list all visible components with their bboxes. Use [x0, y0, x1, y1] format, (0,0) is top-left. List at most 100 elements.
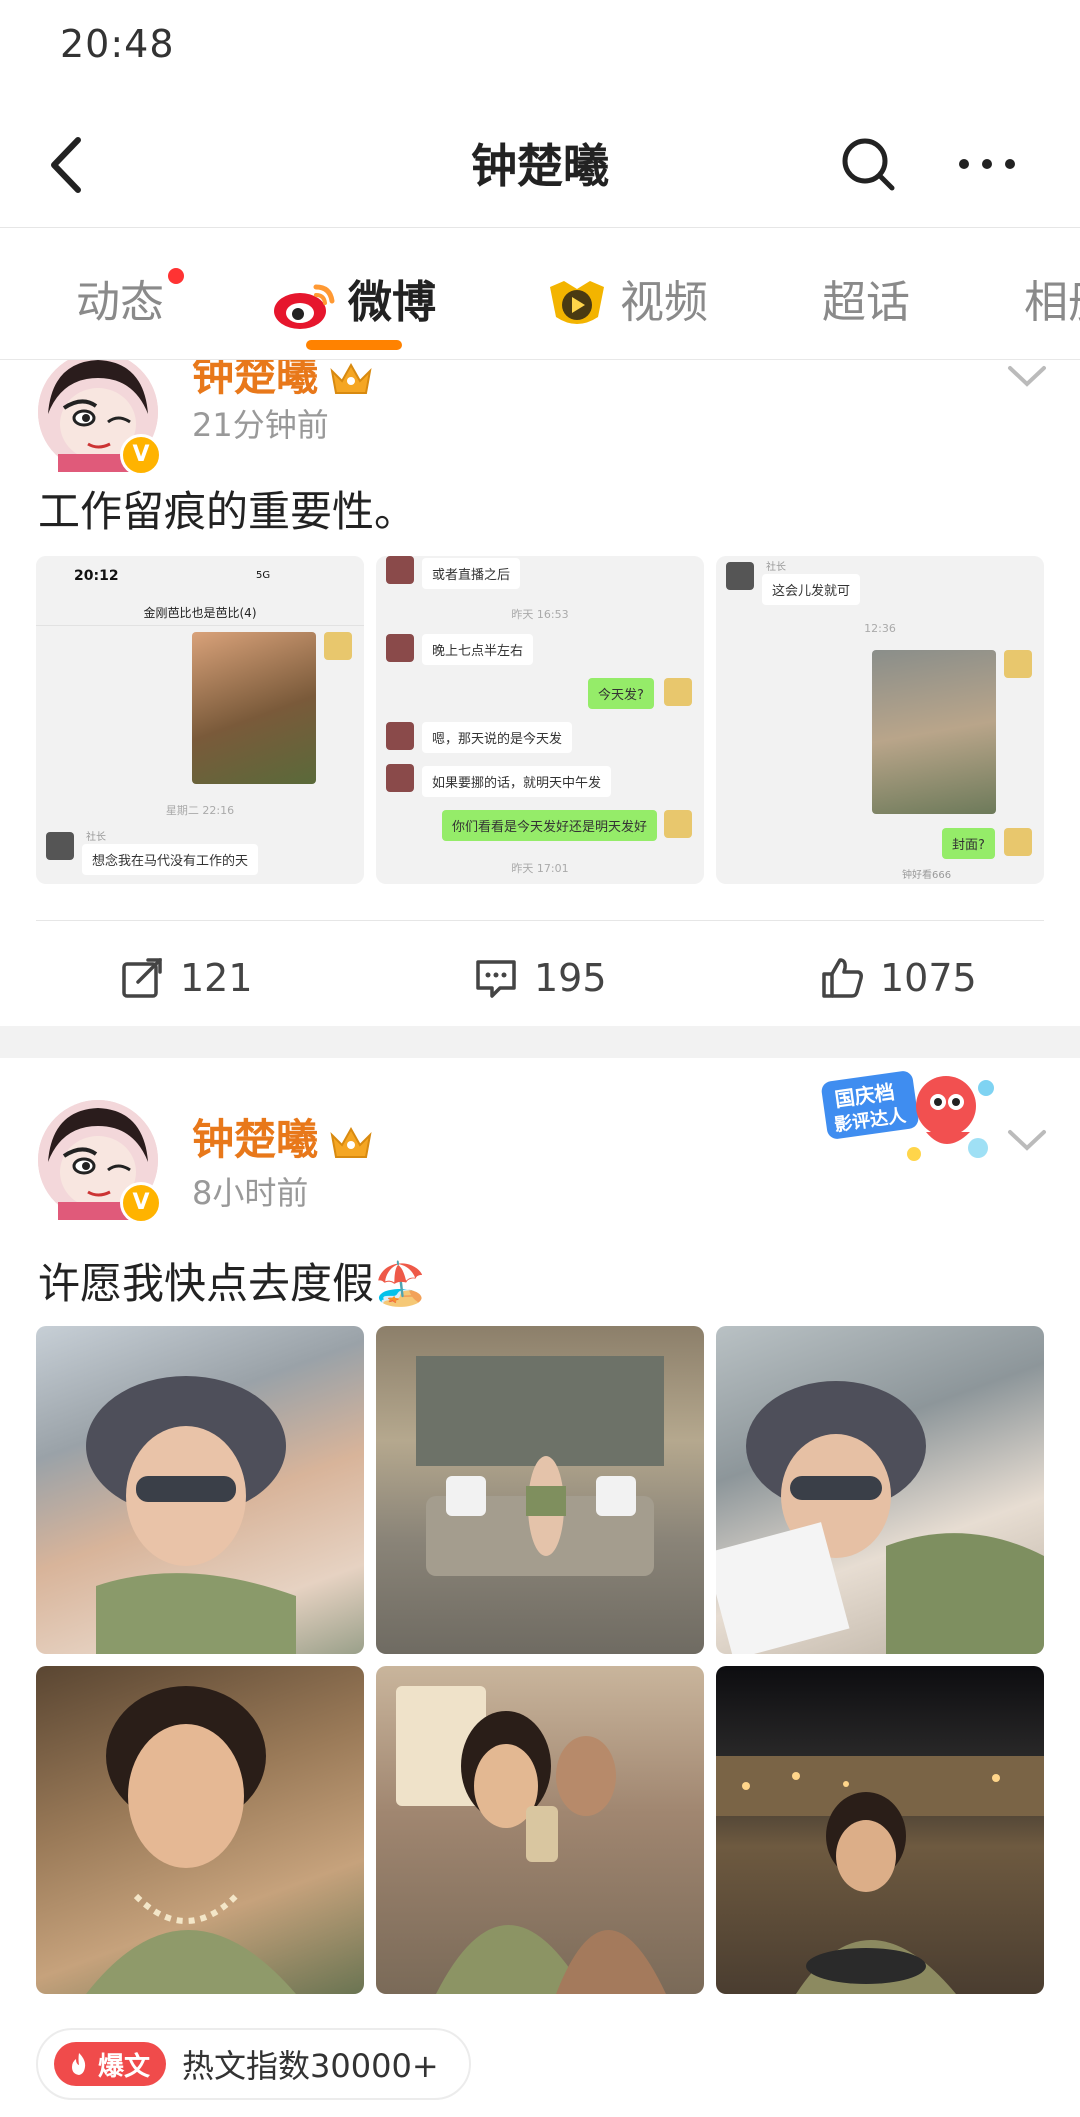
chat-bubble: 如果要挪的话，就明天中午发: [422, 766, 612, 797]
night-dinner-photo-icon: [716, 1756, 1044, 1994]
chat-bubble: 或者直播之后: [422, 558, 521, 589]
chat-avatar: [1004, 828, 1032, 856]
chat-avatar: [386, 634, 414, 662]
like-button[interactable]: 1075: [818, 956, 977, 1002]
chat-bubble: 嗯，那天说的是今天发: [422, 722, 573, 753]
screenshot-signal: 5G: [256, 570, 271, 581]
screenshot-chat-name: 金刚芭比也是芭比(4): [143, 606, 257, 620]
post-username[interactable]: 钟楚曦: [192, 1106, 374, 1167]
username-text: 钟楚曦: [192, 360, 319, 400]
verified-badge-icon: V: [120, 1182, 162, 1224]
chat-sender: 社长: [766, 562, 786, 573]
swing-bed-photo-icon: [416, 1356, 664, 1576]
comment-icon: [476, 959, 516, 998]
feed-post: V 钟楚曦 21分钟前 工作留痕的重要性。 20:12 5G 金刚芭比也是芭比(…: [0, 360, 1080, 1026]
tab-supertopic[interactable]: 超话: [822, 266, 910, 330]
notification-dot: [168, 268, 184, 284]
hot-index-text: 热文指数30000+: [182, 2047, 439, 2085]
hot-tag-label: 爆文: [98, 2051, 151, 2082]
post-image[interactable]: [716, 1326, 1044, 1654]
profile-tabs: 动态 微博 视频 超话 相册: [0, 228, 1080, 360]
chat-avatar: [1004, 650, 1032, 678]
chat-bubble: 这会儿发就可: [762, 574, 861, 605]
thumbs-up-icon: [822, 957, 863, 998]
chat-timestamp: 星期二 22:16: [165, 804, 235, 817]
chat-avatar: [386, 722, 414, 750]
post-image[interactable]: 20:12 5G 金刚芭比也是芭比(4) 星期二 22:16 社长 想念我在马代…: [36, 556, 364, 884]
post-image[interactable]: [376, 1326, 704, 1654]
tab-label: 超话: [822, 277, 910, 328]
status-time: 20:48: [60, 22, 175, 66]
status-bar: 20:48: [0, 0, 1080, 100]
chat-avatar: [726, 562, 754, 590]
crown-icon: [330, 362, 372, 394]
fire-icon: [72, 2053, 86, 2075]
avatar[interactable]: V: [38, 360, 162, 476]
weibo-logo-icon: [274, 284, 335, 329]
movie-review-badge-icon[interactable]: 国庆档 影评达人: [818, 1058, 1004, 1174]
like-count: 1075: [880, 956, 977, 1000]
tab-dynamic[interactable]: 动态: [76, 266, 184, 330]
chat-bubble: 晚上七点半左右: [422, 634, 534, 665]
screenshot-time: 20:12: [74, 568, 119, 584]
username-text: 钟楚曦: [192, 1115, 319, 1164]
post-text: 许愿我快点去度假🏖️: [38, 1259, 427, 1308]
bucket-hat-reading-photo-icon: [716, 1381, 1044, 1654]
post-image[interactable]: [36, 1666, 364, 1994]
chat-caption: 钟好看666: [902, 870, 952, 881]
chat-timestamp: 昨天 17:01: [511, 862, 569, 875]
video-play-icon: [550, 281, 604, 324]
chat-photo: [192, 632, 316, 784]
divider: [36, 920, 1044, 921]
chat-avatar: [386, 556, 414, 584]
share-icon: [122, 957, 162, 998]
post-action-bar: 121 195 1075: [0, 936, 1080, 1026]
post-time: 8小时前: [192, 1174, 309, 1212]
share-button[interactable]: 121: [118, 956, 253, 1002]
chat-timestamp: 12:36: [864, 622, 896, 635]
post-image-grid: [36, 1326, 1044, 1994]
post-image[interactable]: [36, 1326, 364, 1654]
chat-timestamp: 昨天 16:53: [511, 608, 569, 621]
post-image[interactable]: 或者直播之后 昨天 16:53 晚上七点半左右 今天发? 嗯，那天说的是今天发 …: [376, 556, 704, 884]
top-nav-bar: 钟楚曦: [0, 100, 1080, 228]
feed-separator: [0, 1026, 1080, 1058]
post-username[interactable]: 钟楚曦: [192, 360, 374, 403]
chat-avatar: [664, 678, 692, 706]
post-image[interactable]: [376, 1666, 704, 1994]
chat-avatar: [664, 810, 692, 838]
tab-label: 相册: [1024, 277, 1080, 328]
verified-badge-icon: V: [120, 434, 162, 476]
chevron-down-icon[interactable]: [1004, 360, 1050, 390]
feed-post: V 钟楚曦 8小时前 国庆档 影评达人 许愿我快点去度假🏖️ 爆文 热文指数30…: [0, 1058, 1080, 2117]
chat-avatar: [324, 632, 352, 660]
avatar[interactable]: V: [38, 1100, 162, 1224]
chat-bubble: 今天发?: [588, 678, 654, 709]
tab-label: 微博: [348, 277, 436, 328]
selfie-photo-icon: [86, 1686, 296, 1994]
chat-sender: 社长: [86, 832, 106, 843]
chat-screenshot-header: 20:12 5G 金刚芭比也是芭比(4): [36, 556, 364, 626]
post-image[interactable]: 社长 这会儿发就可 12:36 封面? 钟好看666: [716, 556, 1044, 884]
chat-bubble: 封面?: [942, 828, 995, 859]
tab-label: 视频: [620, 277, 708, 328]
comment-count: 195: [534, 956, 607, 1000]
chat-avatar: [46, 832, 74, 860]
chat-bubble: 你们看看是今天发好还是明天发好: [442, 810, 658, 841]
bucket-hat-photo-icon: [86, 1376, 296, 1654]
search-icon[interactable]: [836, 132, 900, 196]
chat-photo: [872, 650, 996, 814]
tab-album[interactable]: 相册: [1024, 266, 1080, 330]
chat-avatar: [386, 764, 414, 792]
share-count: 121: [180, 956, 253, 1000]
hot-article-badge[interactable]: 爆文 热文指数30000+: [36, 2028, 471, 2100]
chevron-down-icon[interactable]: [1004, 1124, 1050, 1154]
tab-video[interactable]: 视频: [546, 266, 708, 333]
chat-bubble: 想念我在马代没有工作的天: [82, 844, 259, 875]
tab-weibo[interactable]: 微博: [270, 266, 436, 350]
tab-label: 动态: [76, 277, 164, 328]
comment-button[interactable]: 195: [472, 956, 607, 1002]
post-image[interactable]: [716, 1666, 1044, 1994]
more-icon[interactable]: [952, 132, 1022, 196]
active-tab-indicator: [306, 340, 402, 350]
